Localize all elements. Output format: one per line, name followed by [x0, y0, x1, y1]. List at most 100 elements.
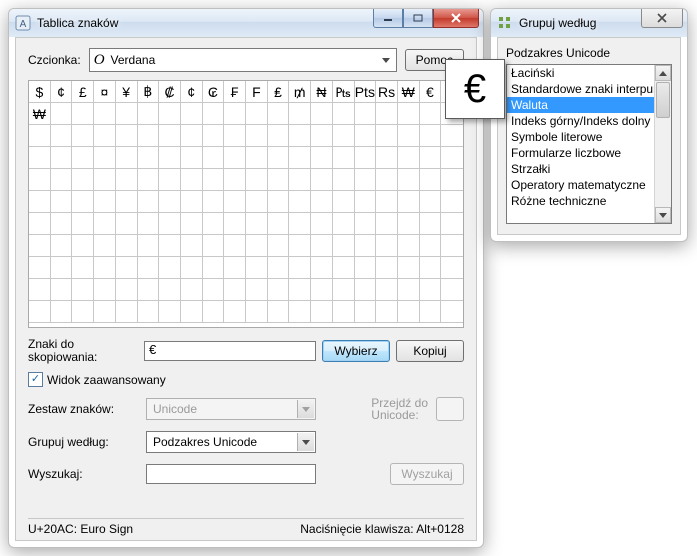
char-cell[interactable] — [138, 235, 160, 257]
char-cell[interactable] — [246, 279, 268, 301]
char-cell[interactable] — [159, 147, 181, 169]
char-cell[interactable] — [72, 191, 94, 213]
list-item[interactable]: Standardowe znaki interpunkcyjne — [507, 81, 655, 97]
char-cell[interactable] — [159, 257, 181, 279]
close-button[interactable] — [641, 9, 683, 28]
character-grid[interactable]: $¢£¤¥฿₡¢₢₣F₤₥₦₧PtsRs₩€₩ € — [28, 80, 464, 328]
char-cell[interactable] — [138, 213, 160, 235]
char-cell[interactable] — [224, 103, 246, 125]
char-cell[interactable] — [138, 301, 160, 323]
char-cell[interactable] — [138, 279, 160, 301]
char-cell[interactable] — [246, 125, 268, 147]
titlebar[interactable]: Grupuj według — [491, 9, 687, 37]
char-cell[interactable] — [203, 279, 225, 301]
char-cell[interactable] — [181, 301, 203, 323]
char-cell[interactable]: ₩ — [398, 81, 420, 103]
char-cell[interactable] — [29, 235, 51, 257]
char-cell[interactable] — [203, 301, 225, 323]
char-cell[interactable] — [268, 103, 290, 125]
list-item[interactable]: Strzałki — [507, 161, 655, 177]
char-cell[interactable] — [355, 301, 377, 323]
char-cell[interactable] — [181, 191, 203, 213]
char-cell[interactable] — [355, 125, 377, 147]
char-cell[interactable] — [355, 191, 377, 213]
char-cell[interactable] — [333, 125, 355, 147]
char-cell[interactable] — [246, 213, 268, 235]
char-cell[interactable] — [441, 169, 463, 191]
char-cell[interactable]: ₦ — [311, 81, 333, 103]
char-cell[interactable] — [72, 147, 94, 169]
char-cell[interactable] — [116, 103, 138, 125]
char-cell[interactable] — [420, 235, 442, 257]
char-cell[interactable] — [333, 191, 355, 213]
scroll-up-button[interactable] — [655, 65, 671, 81]
select-button[interactable]: Wybierz — [322, 340, 390, 362]
char-cell[interactable]: ₩ — [29, 103, 51, 125]
char-cell[interactable] — [181, 279, 203, 301]
char-cell[interactable] — [181, 169, 203, 191]
char-cell[interactable] — [29, 279, 51, 301]
char-cell[interactable] — [376, 125, 398, 147]
minimize-button[interactable] — [373, 9, 403, 28]
list-item[interactable]: Indeks górny/Indeks dolny — [507, 113, 655, 129]
char-cell[interactable] — [51, 191, 73, 213]
char-cell[interactable]: ¤ — [94, 81, 116, 103]
char-cell[interactable] — [72, 235, 94, 257]
char-cell[interactable] — [355, 213, 377, 235]
char-cell[interactable] — [268, 169, 290, 191]
char-cell[interactable] — [181, 235, 203, 257]
char-cell[interactable] — [94, 301, 116, 323]
char-cell[interactable] — [376, 169, 398, 191]
char-cell[interactable] — [159, 169, 181, 191]
char-cell[interactable] — [94, 235, 116, 257]
copy-button[interactable]: Kopiuj — [396, 340, 464, 362]
char-cell[interactable] — [420, 125, 442, 147]
char-cell[interactable]: £ — [72, 81, 94, 103]
char-cell[interactable] — [94, 191, 116, 213]
char-cell[interactable] — [72, 103, 94, 125]
char-cell[interactable] — [181, 103, 203, 125]
char-cell[interactable]: Pts — [355, 81, 377, 103]
char-cell[interactable] — [376, 147, 398, 169]
char-cell[interactable] — [181, 257, 203, 279]
char-cell[interactable] — [203, 257, 225, 279]
char-cell[interactable] — [159, 301, 181, 323]
char-cell[interactable] — [94, 169, 116, 191]
char-cell[interactable] — [441, 191, 463, 213]
char-cell[interactable] — [94, 257, 116, 279]
copy-input[interactable]: € — [144, 341, 316, 361]
char-cell[interactable] — [311, 235, 333, 257]
char-cell[interactable] — [29, 169, 51, 191]
char-cell[interactable] — [398, 125, 420, 147]
char-cell[interactable] — [94, 147, 116, 169]
char-cell[interactable] — [51, 213, 73, 235]
char-cell[interactable] — [333, 279, 355, 301]
char-cell[interactable] — [246, 301, 268, 323]
char-cell[interactable] — [398, 279, 420, 301]
char-cell[interactable] — [224, 279, 246, 301]
char-cell[interactable] — [289, 103, 311, 125]
char-cell[interactable] — [51, 169, 73, 191]
char-cell[interactable] — [441, 301, 463, 323]
char-cell[interactable] — [268, 279, 290, 301]
char-cell[interactable] — [398, 169, 420, 191]
char-cell[interactable] — [181, 147, 203, 169]
char-cell[interactable] — [203, 235, 225, 257]
char-cell[interactable] — [420, 257, 442, 279]
char-cell[interactable] — [398, 235, 420, 257]
char-cell[interactable] — [72, 125, 94, 147]
maximize-button[interactable] — [403, 9, 433, 28]
char-cell[interactable] — [203, 147, 225, 169]
char-cell[interactable] — [246, 235, 268, 257]
char-cell[interactable] — [398, 257, 420, 279]
char-cell[interactable] — [376, 191, 398, 213]
char-cell[interactable] — [203, 103, 225, 125]
scroll-down-button[interactable] — [655, 207, 671, 223]
char-cell[interactable] — [181, 125, 203, 147]
char-cell[interactable]: ₥ — [289, 81, 311, 103]
char-cell[interactable] — [333, 257, 355, 279]
char-cell[interactable] — [116, 213, 138, 235]
list-item[interactable]: Operatory matematyczne — [507, 177, 655, 193]
char-cell[interactable] — [72, 169, 94, 191]
char-cell[interactable] — [333, 147, 355, 169]
